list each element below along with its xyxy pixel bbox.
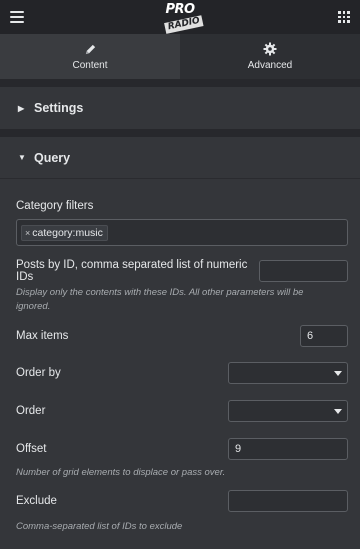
- max-items-input[interactable]: 6: [300, 325, 348, 347]
- order-by-label: Order by: [16, 367, 61, 379]
- chevron-down-icon: [334, 409, 342, 414]
- exclude-label: Exclude: [16, 495, 57, 507]
- section-settings-header[interactable]: ▶ Settings: [0, 87, 360, 129]
- caret-right-icon: ▶: [18, 103, 25, 113]
- pro-radio-logo: PRO RADIO: [157, 2, 204, 34]
- chevron-down-icon: [334, 371, 342, 376]
- logo-text-pro: PRO: [165, 2, 195, 17]
- chip-label: category:music: [32, 226, 103, 239]
- divider: [0, 79, 360, 87]
- caret-down-icon: ▼: [18, 153, 26, 162]
- offset-description: Number of grid elements to displace or p…: [16, 467, 226, 478]
- category-filters-label: Category filters: [16, 200, 94, 212]
- category-filters-input[interactable]: × category:music: [16, 219, 348, 246]
- query-panel: Category filters × category:music Posts …: [0, 179, 360, 549]
- grid-icon[interactable]: [338, 11, 350, 23]
- logo-text-radio: RADIO: [164, 15, 204, 34]
- posts-by-id-label: Posts by ID, comma separated list of num…: [16, 259, 248, 283]
- chip-remove-icon[interactable]: ×: [25, 228, 30, 238]
- gear-icon: [263, 42, 277, 56]
- exclude-description: Comma-separated list of IDs to exclude: [16, 521, 183, 532]
- order-by-select[interactable]: [228, 362, 348, 384]
- posts-by-id-description: Display only the contents with these IDs…: [16, 287, 304, 312]
- exclude-input[interactable]: [228, 490, 348, 512]
- section-query-title: Query: [34, 150, 71, 165]
- divider: [0, 129, 360, 137]
- tab-advanced[interactable]: Advanced: [180, 34, 360, 79]
- posts-by-id-input[interactable]: [258, 260, 348, 282]
- max-items-label: Max items: [16, 330, 69, 342]
- offset-label: Offset: [16, 443, 47, 455]
- category-chip: × category:music: [21, 224, 108, 241]
- section-query-header[interactable]: ▼ Query: [0, 137, 360, 179]
- order-select[interactable]: [228, 400, 348, 422]
- top-bar: PRO RADIO: [0, 0, 360, 34]
- hamburger-icon[interactable]: [10, 11, 24, 23]
- tab-advanced-label: Advanced: [247, 60, 293, 71]
- tab-content-label: Content: [72, 60, 108, 71]
- order-label: Order: [16, 405, 46, 417]
- offset-input[interactable]: 9: [228, 438, 348, 460]
- pencil-icon: [84, 42, 97, 56]
- tab-content[interactable]: Content: [0, 34, 180, 79]
- section-settings-title: Settings: [34, 101, 84, 115]
- editor-tabs: Content Advanced: [0, 34, 360, 79]
